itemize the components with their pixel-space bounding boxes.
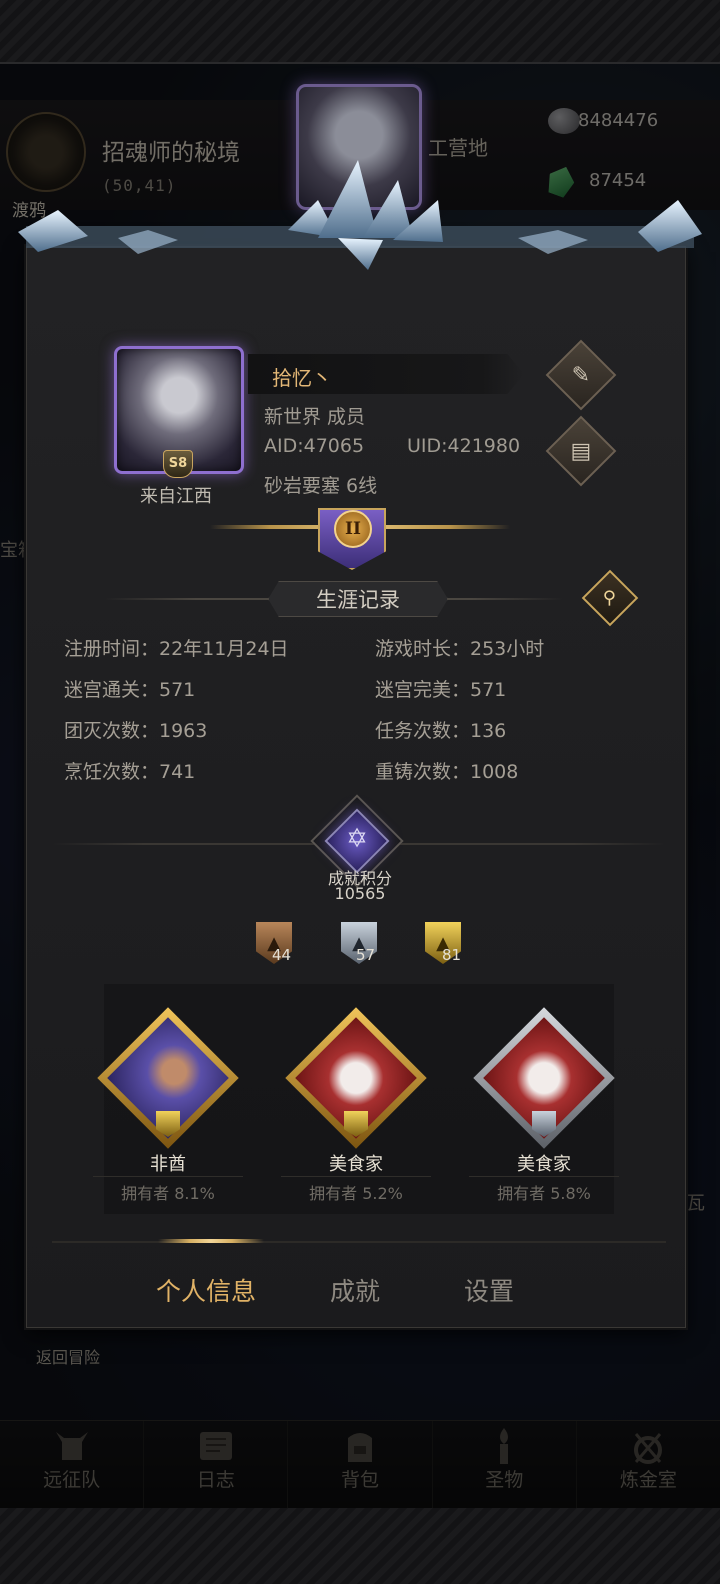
tab-achievements[interactable]: 成就 <box>330 1272 380 1308</box>
tab-divider <box>52 1241 666 1243</box>
stat-playtime: 游戏时长：253小时 <box>375 638 545 660</box>
tab-settings[interactable]: 设置 <box>464 1272 514 1308</box>
bronze-medal-count: 44 <box>272 946 292 964</box>
stat-register-date: 注册时间：22年11月24日 <box>64 638 289 660</box>
document-icon: ▤ <box>570 438 592 464</box>
server-line: 砂岩要塞 6线 <box>264 475 378 497</box>
stat-cooking: 烹饪次数：741 <box>64 761 196 783</box>
guild-role: 新世界 成员 <box>264 406 366 428</box>
player-origin: 来自江西 <box>140 486 212 507</box>
achievement-owners: 拥有者 8.1% <box>121 1184 215 1203</box>
rank-numeral: II <box>334 510 372 548</box>
stat-maze-perfect: 迷宫完美：571 <box>375 679 507 701</box>
ice-crystal-decoration <box>18 160 702 270</box>
stat-maze-clear: 迷宫通关：571 <box>64 679 196 701</box>
silver-medal-count: 57 <box>356 946 376 964</box>
bottom-frame-strip <box>0 1508 720 1584</box>
quill-icon: ✎ <box>571 362 591 388</box>
hexagram-icon: ✡ <box>346 824 368 854</box>
stat-quests: 任务次数：136 <box>375 720 507 742</box>
level-badge: S8 <box>163 450 193 478</box>
card-divider <box>469 1176 619 1177</box>
player-uid: UID:421980 <box>407 435 521 457</box>
stat-wipes: 团灭次数：1963 <box>64 720 208 742</box>
top-frame-strip <box>0 0 720 64</box>
card-divider <box>93 1176 243 1177</box>
gold-medal-count: 81 <box>442 946 462 964</box>
achievement-owners: 拥有者 5.2% <box>309 1184 403 1203</box>
stat-reforge: 重铸次数：1008 <box>375 761 519 783</box>
achievement-points-value: 10565 <box>334 884 386 903</box>
achievement-owners: 拥有者 5.8% <box>497 1184 591 1203</box>
tab-personal-info[interactable]: 个人信息 <box>156 1272 256 1308</box>
player-aid: AID:47065 <box>264 435 365 457</box>
achievement-title: 美食家 <box>329 1154 383 1175</box>
search-icon: ⚲ <box>603 587 617 609</box>
achievement-title: 美食家 <box>517 1154 571 1175</box>
achievement-title: 非酋 <box>150 1154 186 1175</box>
career-title: 生涯记录 <box>316 588 400 612</box>
active-tab-indicator <box>158 1239 264 1243</box>
player-name: 拾忆丶 <box>272 366 332 390</box>
card-divider <box>281 1176 431 1177</box>
